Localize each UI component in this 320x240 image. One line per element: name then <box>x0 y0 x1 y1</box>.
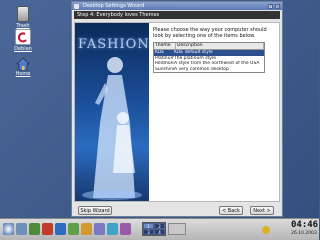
pager-desktop-3[interactable]: 3 <box>143 229 154 235</box>
wizard-content: FASHION Please choose the way your compu… <box>74 22 280 202</box>
poster-figures <box>82 57 142 200</box>
taskbar-window-button[interactable] <box>168 223 186 235</box>
home-icon <box>16 56 30 71</box>
back-button[interactable]: < Back <box>219 206 243 215</box>
instructions-text: Please choose the way your computer shou… <box>153 27 267 39</box>
desktop-icon-label: Debian <box>14 46 32 52</box>
kmenu-icon[interactable] <box>3 223 14 235</box>
wizard-window: Desktop Settings Wizard ? × Step 4: Ever… <box>71 1 283 217</box>
home-folder-icon[interactable] <box>68 223 79 235</box>
theme-description: A very common desktop <box>174 66 229 72</box>
column-header-description[interactable]: Description <box>176 43 264 49</box>
clock-date: 26.10.2003 <box>291 231 317 236</box>
skip-wizard-button[interactable]: Skip Wizard <box>78 206 112 215</box>
column-header-theme[interactable]: Theme <box>154 43 176 49</box>
close-icon[interactable]: × <box>275 3 280 9</box>
terminal-icon[interactable] <box>29 223 40 235</box>
show-desktop-icon[interactable] <box>16 223 27 235</box>
next-button[interactable]: Next > <box>250 206 274 215</box>
taskbar: 1 2 3 4 04:46 26.10.2003 <box>0 218 319 240</box>
control-center-icon[interactable] <box>120 223 131 235</box>
desktop-icon-trash[interactable]: Trash <box>6 6 40 29</box>
theme-list-header: Theme Description <box>154 43 264 50</box>
clock[interactable]: 04:46 26.10.2003 <box>291 220 319 236</box>
desktop-icon-debian[interactable]: Debian <box>6 29 40 52</box>
window-menu-icon[interactable] <box>74 3 79 9</box>
browser-icon[interactable] <box>55 223 66 235</box>
debian-icon <box>15 29 31 45</box>
office-icon[interactable] <box>94 223 105 235</box>
klipper-icon[interactable] <box>262 226 270 234</box>
search-icon[interactable] <box>107 223 118 235</box>
desktop-icon-home[interactable]: Home <box>6 56 40 77</box>
title-bar[interactable]: Desktop Settings Wizard ? × <box>72 2 282 10</box>
help-icon[interactable]: ? <box>268 3 273 9</box>
wizard-button-bar: Skip Wizard < Back Next > <box>74 206 280 216</box>
mail-icon[interactable] <box>81 223 92 235</box>
desktop-pager[interactable]: 1 2 3 4 <box>142 222 166 236</box>
theme-name: Sunshine <box>155 66 174 72</box>
step-heading: Step 4: Everybody loves Themes <box>74 11 280 19</box>
theme-list[interactable]: Theme Description KDE KDE default style … <box>153 42 265 73</box>
help-center-icon[interactable] <box>42 223 53 235</box>
theme-row-sunshine[interactable]: Sunshine A very common desktop <box>154 67 264 73</box>
trash-icon <box>17 6 29 22</box>
desktop-icon-label: Home <box>15 71 31 77</box>
window-title: Desktop Settings Wizard <box>83 3 145 9</box>
fashion-poster-image: FASHION <box>75 23 149 201</box>
clock-time: 04:46 <box>291 220 319 230</box>
pager-desktop-4[interactable]: 4 <box>154 229 165 235</box>
